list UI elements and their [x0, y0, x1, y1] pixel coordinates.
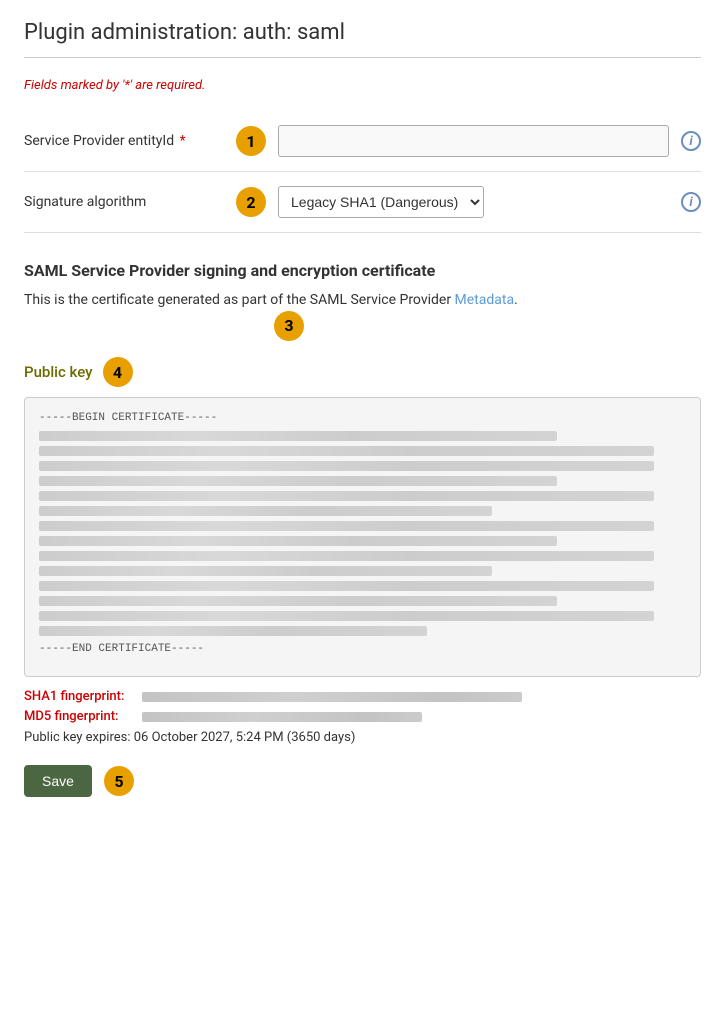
cert-data-line-7: [39, 521, 654, 531]
cert-data-line-6: [39, 506, 492, 516]
cert-data-line-14: [39, 626, 427, 636]
md5-fingerprint-row: MD5 fingerprint:: [24, 709, 701, 724]
metadata-link[interactable]: Metadata: [455, 292, 515, 308]
sha1-fingerprint-row: SHA1 fingerprint:: [24, 689, 701, 704]
cert-data-line-5: [39, 491, 654, 501]
expiry-label: Public key expires:: [24, 730, 131, 745]
cert-begin-line: -----BEGIN CERTIFICATE-----: [39, 410, 686, 428]
md5-label: MD5 fingerprint:: [24, 709, 134, 724]
required-star: *: [176, 133, 186, 149]
cert-data-line-12: [39, 596, 557, 606]
cert-data-line-2: [39, 446, 654, 456]
expiry-value: 06 October 2027, 5:24 PM (3650 days): [134, 730, 356, 745]
cert-data-line-9: [39, 551, 654, 561]
cert-data-line-3: [39, 461, 654, 471]
signature-algorithm-select[interactable]: Legacy SHA1 (Dangerous) SHA256 SHA384 SH…: [278, 186, 484, 218]
save-button[interactable]: Save: [24, 765, 92, 797]
expiry-row: Public key expires: 06 October 2027, 5:2…: [24, 730, 701, 745]
save-row: Save 5: [24, 765, 701, 797]
cert-data-line-1: [39, 431, 557, 441]
service-provider-label: Service Provider entityId *: [24, 133, 224, 149]
step-badge-1: 1: [236, 126, 266, 156]
page-title: Plugin administration: auth: saml: [24, 20, 701, 58]
public-key-row: Public key 4: [24, 357, 701, 387]
certificate-section-title: SAML Service Provider signing and encryp…: [24, 261, 701, 280]
service-provider-entity-id-row: Service Provider entityId * 1 i: [24, 111, 701, 172]
step-badge-5: 5: [104, 766, 134, 796]
service-provider-info-icon[interactable]: i: [681, 131, 701, 151]
service-provider-input[interactable]: [278, 125, 669, 157]
required-note: Fields marked by '*' are required.: [24, 78, 701, 93]
signature-algorithm-info-icon[interactable]: i: [681, 192, 701, 212]
signature-algorithm-row: Signature algorithm 2 Legacy SHA1 (Dange…: [24, 172, 701, 233]
cert-data-line-10: [39, 566, 492, 576]
sha1-label: SHA1 fingerprint:: [24, 689, 134, 704]
step-badge-4: 4: [103, 357, 133, 387]
cert-data-line-13: [39, 611, 654, 621]
step-badge-2: 2: [236, 187, 266, 217]
step-badge-3: 3: [274, 311, 304, 341]
sha1-fingerprint-value: [142, 692, 522, 702]
md5-fingerprint-value: [142, 712, 422, 722]
cert-data-line-8: [39, 536, 557, 546]
signature-algorithm-label: Signature algorithm: [24, 194, 224, 210]
cert-data-line-4: [39, 476, 557, 486]
certificate-section-description: This is the certificate generated as par…: [24, 290, 701, 341]
public-key-label: Public key: [24, 363, 93, 381]
cert-end-line: -----END CERTIFICATE-----: [39, 641, 686, 659]
cert-data-line-11: [39, 581, 654, 591]
certificate-box: -----BEGIN CERTIFICATE----- -----END CER…: [24, 397, 701, 677]
